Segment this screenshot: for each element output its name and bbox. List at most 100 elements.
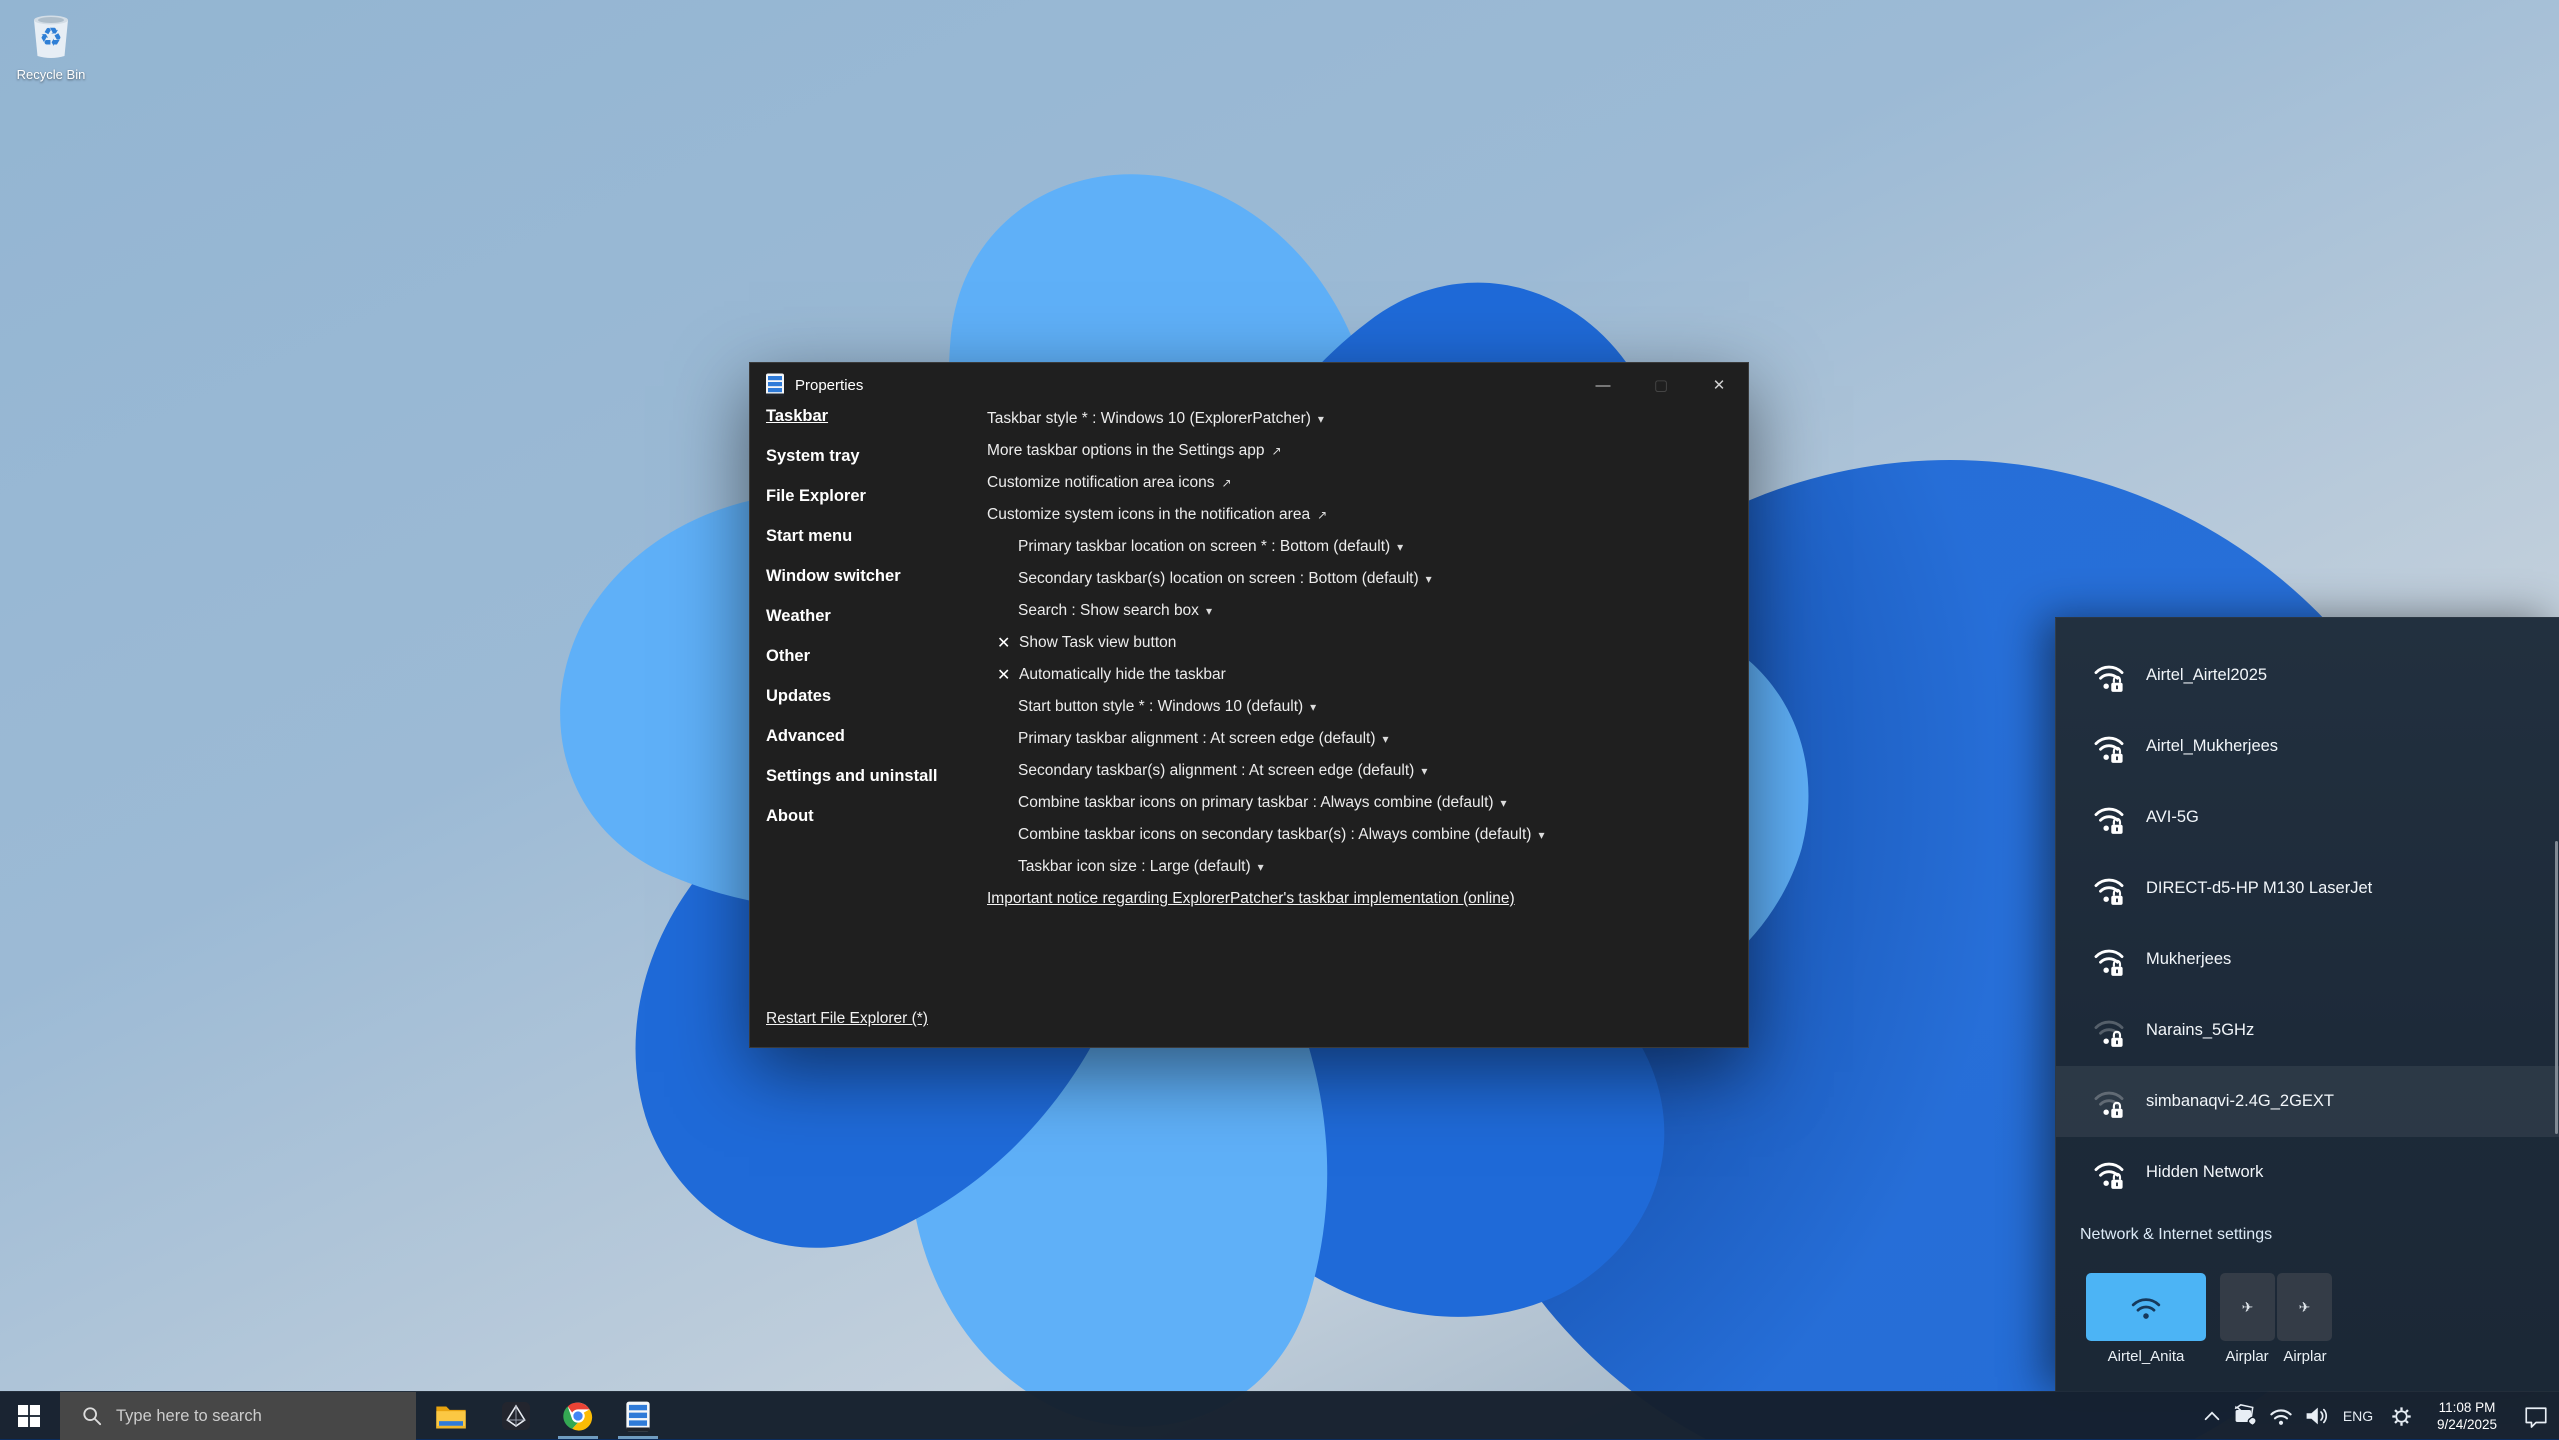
system-tray: ENG 11:08 PM 9/24/2025 bbox=[2197, 1392, 2559, 1440]
sidebar-item-advanced[interactable]: Advanced bbox=[766, 727, 845, 753]
sidebar-item-file-explorer[interactable]: File Explorer bbox=[766, 487, 866, 513]
sidebar-item-updates[interactable]: Updates bbox=[766, 687, 831, 713]
action-center-button[interactable] bbox=[2513, 1392, 2559, 1440]
tray-photos-sync[interactable] bbox=[2227, 1392, 2263, 1440]
wifi-secured-icon bbox=[2092, 943, 2126, 977]
sidebar-item-system-tray[interactable]: System tray bbox=[766, 447, 860, 473]
setting-taskbar-style[interactable]: Taskbar style * : Windows 10 (ExplorerPa… bbox=[987, 403, 1324, 435]
wifi-network-item[interactable]: AVI-5G bbox=[2056, 782, 2559, 853]
sidebar-item-settings-uninstall[interactable]: Settings and uninstall bbox=[766, 767, 937, 793]
dropdown-arrow-icon: ▾ bbox=[1501, 796, 1507, 810]
desktop: ♻ Recycle Bin Properties — ▢ ✕ Taskbar S… bbox=[0, 0, 2559, 1439]
setting-customize-system-icons[interactable]: Customize system icons in the notificati… bbox=[987, 499, 1327, 531]
setting-primary-taskbar-location[interactable]: Primary taskbar location on screen * : B… bbox=[1018, 531, 1403, 563]
setting-start-button-style[interactable]: Start button style * : Windows 10 (defau… bbox=[1018, 691, 1316, 723]
wifi-network-item[interactable]: DIRECT-d5-HP M130 LaserJet bbox=[2056, 853, 2559, 924]
photos-heart-icon bbox=[2232, 1404, 2258, 1428]
setting-primary-taskbar-alignment[interactable]: Primary taskbar alignment : At screen ed… bbox=[1018, 723, 1389, 755]
sidebar-item-taskbar[interactable]: Taskbar bbox=[766, 407, 828, 433]
clock-date: 9/24/2025 bbox=[2437, 1416, 2497, 1433]
windows-logo-icon bbox=[18, 1405, 40, 1427]
setting-search-mode[interactable]: Search : Show search box▾ bbox=[1018, 595, 1212, 627]
external-link-icon: ↗ bbox=[1271, 444, 1281, 458]
minimize-button[interactable]: — bbox=[1574, 363, 1632, 409]
setting-secondary-taskbar-alignment[interactable]: Secondary taskbar(s) alignment : At scre… bbox=[1018, 755, 1427, 787]
scrollbar-thumb[interactable] bbox=[2555, 841, 2558, 1134]
close-button[interactable]: ✕ bbox=[1690, 363, 1748, 409]
taskbar-notice-link[interactable]: Important notice regarding ExplorerPatch… bbox=[987, 883, 1515, 915]
tray-settings[interactable] bbox=[2381, 1392, 2421, 1440]
taskbar-search[interactable] bbox=[60, 1392, 416, 1440]
setting-show-task-view[interactable]: ✕Show Task view button bbox=[997, 627, 1176, 659]
recycle-bin-shortcut[interactable]: ♻ Recycle Bin bbox=[8, 8, 94, 82]
tray-clock[interactable]: 11:08 PM 9/24/2025 bbox=[2421, 1392, 2513, 1440]
tray-chevron-button[interactable] bbox=[2197, 1392, 2227, 1440]
restart-file-explorer-link[interactable]: Restart File Explorer (*) bbox=[766, 1005, 928, 1033]
dropdown-arrow-icon: ▾ bbox=[1397, 540, 1403, 554]
setting-combine-primary[interactable]: Combine taskbar icons on primary taskbar… bbox=[1018, 787, 1507, 819]
taskbar: ENG 11:08 PM 9/24/2025 bbox=[0, 1391, 2559, 1439]
dropdown-arrow-icon: ▾ bbox=[1258, 860, 1264, 874]
network-internet-settings-link[interactable]: Network & Internet settings bbox=[2080, 1226, 2272, 1244]
recycle-bin-icon: ♻ bbox=[28, 8, 74, 60]
explorerpatcher-icon bbox=[765, 373, 785, 397]
sidebar-item-weather[interactable]: Weather bbox=[766, 607, 831, 633]
setting-taskbar-icon-size[interactable]: Taskbar icon size : Large (default)▾ bbox=[1018, 851, 1264, 883]
dropdown-arrow-icon: ▾ bbox=[1426, 572, 1432, 586]
wifi-quick-toggle[interactable] bbox=[2086, 1273, 2206, 1341]
setting-secondary-taskbar-location[interactable]: Secondary taskbar(s) location on screen … bbox=[1018, 563, 1432, 595]
wifi-icon bbox=[2130, 1294, 2162, 1320]
search-icon bbox=[82, 1406, 102, 1426]
explorerpatcher-icon bbox=[625, 1401, 651, 1432]
setting-customize-notification-icons[interactable]: Customize notification area icons↗ bbox=[987, 467, 1232, 499]
setting-combine-secondary[interactable]: Combine taskbar icons on secondary taskb… bbox=[1018, 819, 1544, 851]
tray-volume[interactable] bbox=[2299, 1392, 2335, 1440]
taskbar-chrome[interactable] bbox=[554, 1392, 602, 1440]
taskbar-app-dark-diamond[interactable] bbox=[492, 1392, 540, 1440]
notification-icon bbox=[2524, 1405, 2548, 1428]
wifi-network-item[interactable]: Narains_5GHz bbox=[2056, 995, 2559, 1066]
dropdown-arrow-icon: ▾ bbox=[1538, 828, 1544, 842]
wifi-network-item[interactable]: Airtel_Mukherjees bbox=[2056, 711, 2559, 782]
wifi-network-item-highlighted[interactable]: simbanaqvi-2.4G_2GEXT bbox=[2056, 1066, 2559, 1137]
airplane-mode-tile-2[interactable]: ✈ bbox=[2277, 1273, 2332, 1341]
sidebar-item-about[interactable]: About bbox=[766, 807, 814, 833]
sidebar-item-window-switcher[interactable]: Window switcher bbox=[766, 567, 901, 593]
wifi-secured-icon bbox=[2092, 730, 2126, 764]
wifi-secured-icon bbox=[2092, 801, 2126, 835]
properties-window: Properties — ▢ ✕ Taskbar System tray Fil… bbox=[749, 362, 1749, 1048]
diamond-app-icon bbox=[500, 1400, 532, 1432]
wifi-network-item[interactable]: Airtel_Airtel2025 bbox=[2056, 640, 2559, 711]
dropdown-arrow-icon: ▾ bbox=[1383, 732, 1389, 746]
taskbar-file-explorer[interactable] bbox=[427, 1392, 475, 1440]
sidebar-item-other[interactable]: Other bbox=[766, 647, 810, 673]
airplane-mode-tile[interactable]: ✈ bbox=[2220, 1273, 2275, 1341]
start-button[interactable] bbox=[0, 1392, 58, 1440]
svg-text:♻: ♻ bbox=[39, 23, 62, 53]
external-link-icon: ↗ bbox=[1221, 476, 1231, 490]
wifi-tile-label: Airtel_Anita bbox=[2086, 1348, 2206, 1366]
file-explorer-icon bbox=[435, 1403, 467, 1430]
taskbar-explorerpatcher[interactable] bbox=[614, 1392, 662, 1440]
wifi-secured-weak-icon bbox=[2092, 1085, 2126, 1119]
setting-auto-hide-taskbar[interactable]: ✕Automatically hide the taskbar bbox=[997, 659, 1226, 691]
tray-language[interactable]: ENG bbox=[2335, 1392, 2381, 1440]
wifi-network-item[interactable]: Hidden Network bbox=[2056, 1137, 2559, 1208]
checkbox-checked-icon[interactable]: ✕ bbox=[997, 665, 1011, 685]
dropdown-arrow-icon: ▾ bbox=[1318, 412, 1324, 426]
wifi-network-item[interactable]: Mukherjees bbox=[2056, 924, 2559, 995]
speaker-icon bbox=[2305, 1406, 2329, 1426]
tray-network[interactable] bbox=[2263, 1392, 2299, 1440]
sidebar-item-start-menu[interactable]: Start menu bbox=[766, 527, 852, 553]
setting-more-taskbar-options[interactable]: More taskbar options in the Settings app… bbox=[987, 435, 1282, 467]
dropdown-arrow-icon: ▾ bbox=[1206, 604, 1212, 618]
wifi-secured-icon bbox=[2092, 872, 2126, 906]
recycle-bin-label: Recycle Bin bbox=[8, 67, 94, 82]
dropdown-arrow-icon: ▾ bbox=[1310, 700, 1316, 714]
checkbox-checked-icon[interactable]: ✕ bbox=[997, 633, 1011, 653]
wifi-secured-weak-icon bbox=[2092, 1014, 2126, 1048]
search-input[interactable] bbox=[116, 1407, 396, 1426]
chrome-icon bbox=[562, 1400, 594, 1432]
dropdown-arrow-icon: ▾ bbox=[1421, 764, 1427, 778]
maximize-button: ▢ bbox=[1632, 363, 1690, 409]
